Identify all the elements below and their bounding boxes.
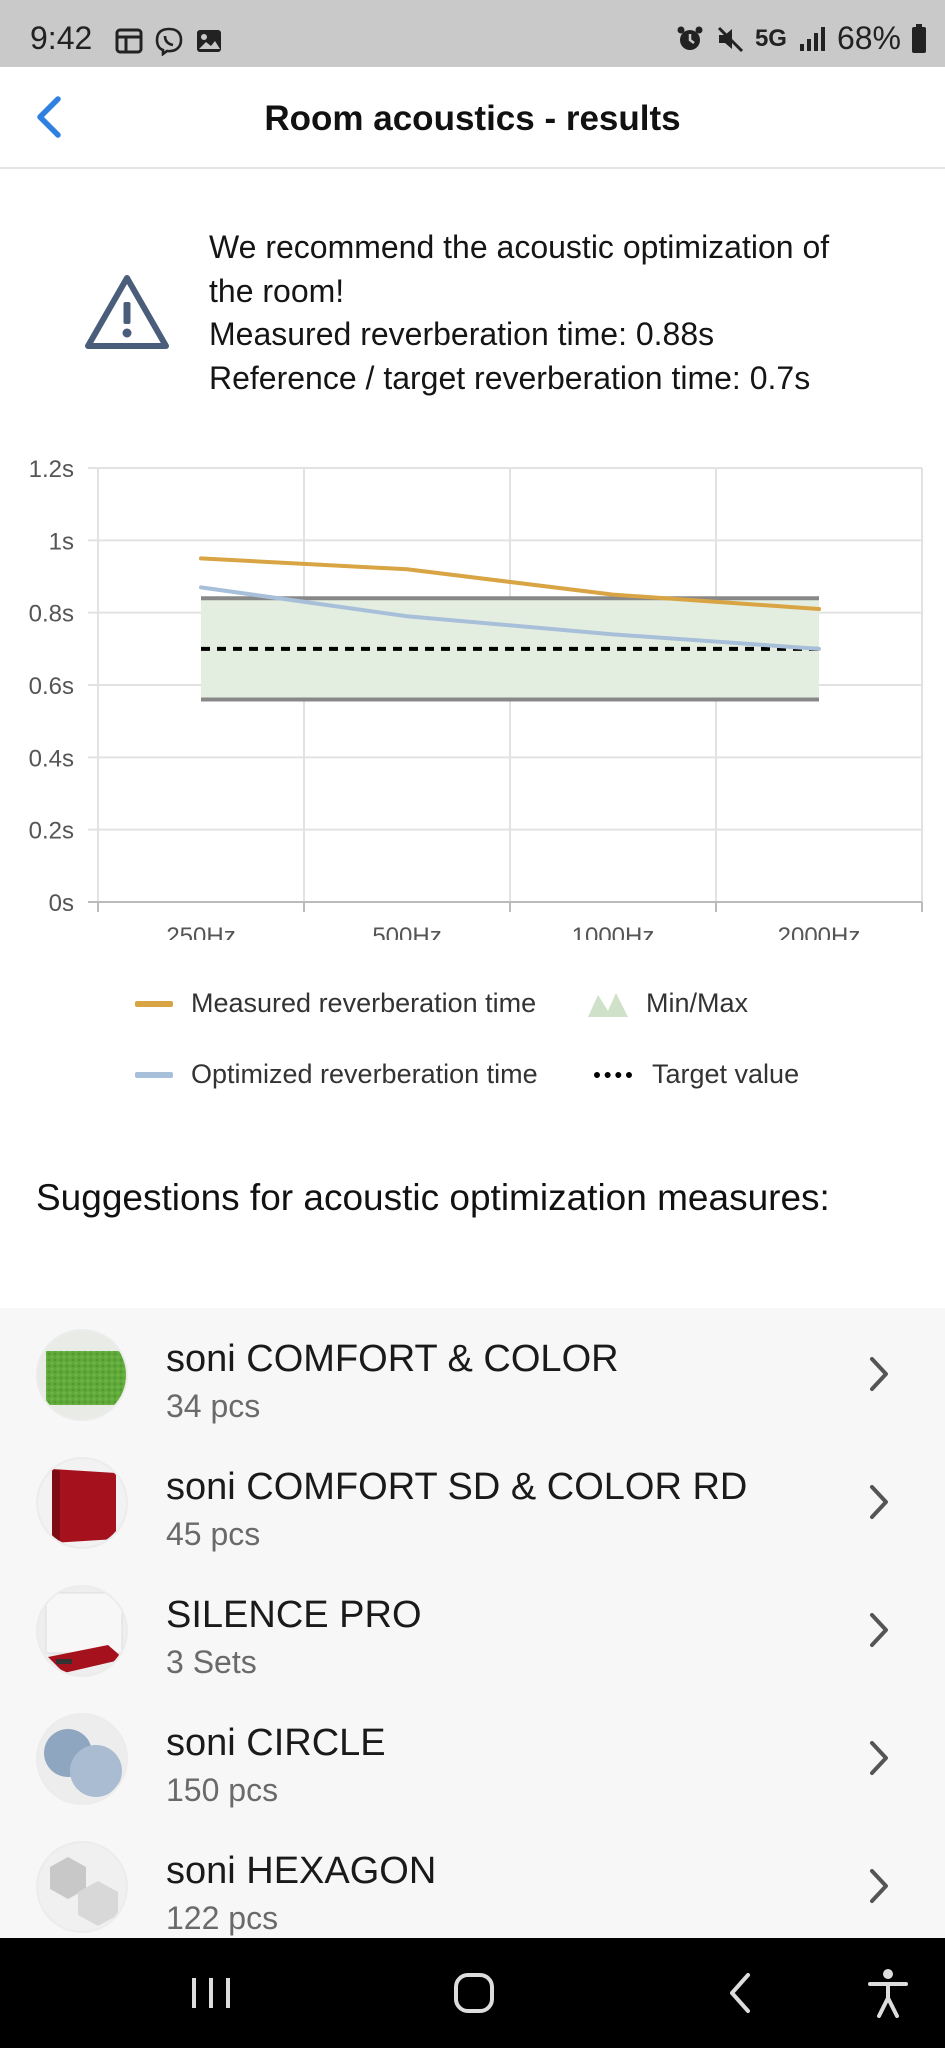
legend-label-minmax: Min/Max	[646, 988, 749, 1018]
alarm-icon	[677, 26, 703, 50]
legend-swatch-target	[594, 1071, 632, 1078]
target-reverb-line: Reference / target reverberation time: 0…	[209, 359, 811, 396]
nav-bar: Room acoustics - results	[0, 67, 945, 169]
back-icon[interactable]	[720, 1966, 760, 2020]
chevron-right-icon	[870, 1741, 888, 1775]
x-tick-label: 250Hz	[166, 923, 235, 940]
signal-icon	[799, 26, 825, 51]
gallery-icon	[197, 30, 221, 52]
status-bar: 9:42 5G 68%	[0, 0, 945, 67]
product-title: soni COMFORT & COLOR	[166, 1338, 619, 1380]
accessibility-icon[interactable]	[864, 1966, 912, 2020]
legend-label-measured: Measured reverberation time	[191, 988, 537, 1018]
page-title: Room acoustics - results	[264, 99, 681, 138]
product-quantity: 34 pcs	[166, 1388, 261, 1424]
product-quantity: 3 Sets	[166, 1644, 257, 1680]
product-title: soni CIRCLE	[166, 1722, 386, 1764]
legend-swatch-measured	[135, 1000, 173, 1007]
product-thumbnail	[36, 1329, 128, 1421]
legend-target[interactable]: Target value	[594, 1059, 799, 1090]
x-tick-label: 500Hz	[372, 923, 441, 940]
viber-icon	[155, 27, 183, 56]
chevron-right-icon	[870, 1485, 888, 1519]
network-label: 5G	[754, 24, 787, 52]
suggestions-heading: Suggestions for acoustic optimization me…	[36, 1177, 830, 1218]
product-thumbnail	[36, 1841, 128, 1933]
legend-optimized[interactable]: Optimized reverberation time	[135, 1059, 538, 1090]
legend-label-optimized: Optimized reverberation time	[191, 1059, 538, 1089]
recommendation-text: We recommend the acoustic optimization o…	[209, 226, 929, 400]
battery-percent: 68%	[836, 20, 901, 56]
legend-label-target: Target value	[652, 1059, 800, 1089]
list-item[interactable]: SILENCE PRO 3 Sets	[0, 1564, 945, 1692]
recommendation-line: the room!	[209, 272, 345, 309]
home-icon[interactable]	[448, 1966, 500, 2020]
x-tick-label: 2000Hz	[778, 923, 861, 940]
reverberation-chart: 0s 0.2s 0.4s 0.6s 0.8s 1s 1.2s 250Hz 500Hz 1000Hz…	[29, 456, 923, 940]
warning-icon	[85, 275, 169, 349]
legend-measured[interactable]: Measured reverberation time	[135, 988, 536, 1019]
battery-icon	[912, 23, 926, 53]
product-thumbnail	[36, 1713, 128, 1805]
status-time: 9:42	[30, 20, 93, 56]
legend-swatch-optimized	[135, 1071, 173, 1078]
x-tick-label: 1000Hz	[572, 923, 655, 940]
measured-reverb-line: Measured reverberation time: 0.88s	[209, 316, 715, 352]
y-tick-label: 0s	[49, 890, 74, 917]
notes-icon	[115, 28, 143, 54]
legend-minmax[interactable]: Min/Max	[588, 988, 748, 1019]
area-icon	[588, 992, 628, 1017]
product-quantity: 122 pcs	[166, 1900, 279, 1936]
chevron-right-icon	[870, 1613, 888, 1647]
product-thumbnail	[36, 1585, 128, 1677]
product-title: soni HEXAGON	[166, 1850, 437, 1892]
mute-icon	[717, 26, 743, 52]
chevron-right-icon	[870, 1869, 888, 1903]
y-tick-label: 0.8s	[29, 601, 74, 628]
list-item[interactable]: soni COMFORT & COLOR 34 pcs	[0, 1308, 945, 1436]
recent-apps-icon[interactable]	[186, 1966, 236, 2020]
product-thumbnail	[36, 1457, 128, 1549]
list-item[interactable]: soni COMFORT SD & COLOR RD 45 pcs	[0, 1436, 945, 1564]
recommendation-line: We recommend the acoustic optimization o…	[209, 229, 830, 265]
product-quantity: 45 pcs	[166, 1516, 261, 1552]
y-tick-label: 0.6s	[29, 673, 74, 700]
system-nav-bar	[0, 1938, 945, 2048]
suggestions-list: soni COMFORT & COLOR 34 pcs soni COMFORT…	[0, 1308, 945, 1938]
chevron-right-icon	[870, 1357, 888, 1391]
y-tick-label: 0.4s	[29, 745, 74, 772]
list-item[interactable]: soni CIRCLE 150 pcs	[0, 1692, 945, 1820]
product-quantity: 150 pcs	[166, 1772, 279, 1808]
y-tick-label: 1s	[49, 528, 74, 555]
y-tick-label: 1.2s	[29, 456, 74, 483]
product-title: soni COMFORT SD & COLOR RD	[166, 1466, 748, 1508]
list-item[interactable]: soni HEXAGON 122 pcs	[0, 1820, 945, 1938]
y-tick-label: 0.2s	[29, 818, 74, 845]
product-title: SILENCE PRO	[166, 1594, 422, 1636]
